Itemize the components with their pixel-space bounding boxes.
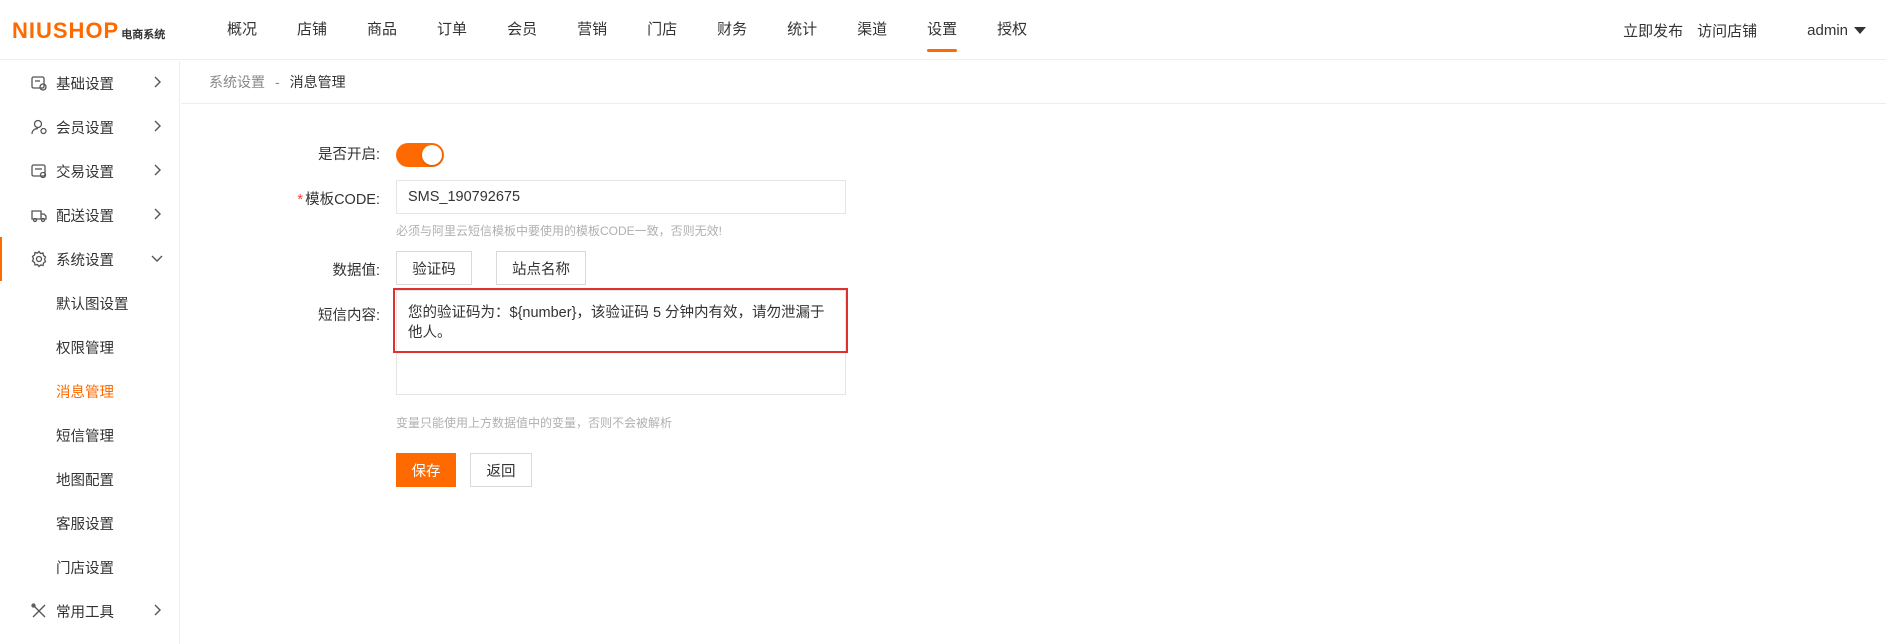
topnav-settings[interactable]: 设置 — [927, 0, 958, 60]
topnav-orders[interactable]: 订单 — [437, 0, 467, 60]
sidebar-group-tools[interactable]: 常用工具 — [0, 589, 179, 633]
enable-toggle[interactable] — [396, 143, 444, 167]
sidebar-group-label: 交易设置 — [56, 164, 114, 181]
var-verification-code-button[interactable]: 验证码 — [396, 251, 472, 285]
chevron-down-icon — [151, 255, 163, 262]
breadcrumb-separator: - — [275, 74, 280, 90]
user-name: admin — [1807, 21, 1848, 39]
sidebar-group-system[interactable]: 系统设置 — [0, 237, 179, 281]
sidebar-group-label: 常用工具 — [56, 604, 114, 621]
chevron-right-icon — [154, 76, 161, 88]
topnav-stores[interactable]: 门店 — [647, 0, 677, 60]
sidebar-group-label: 会员设置 — [56, 120, 114, 137]
sidebar-group-delivery[interactable]: 配送设置 — [0, 193, 179, 237]
required-mark: * — [297, 192, 304, 208]
sidebar-group-member[interactable]: 会员设置 — [0, 105, 179, 149]
chevron-right-icon — [154, 208, 161, 220]
topnav-overview[interactable]: 概况 — [227, 0, 257, 60]
top-bar: NIUSHOP 电商系统 概况 店铺 商品 订单 会员 营销 门店 财务 统计 … — [0, 0, 1886, 60]
breadcrumb-current: 消息管理 — [289, 74, 346, 90]
sidebar-group-label: 基础设置 — [56, 76, 114, 93]
sidebar-group-basic[interactable]: 基础设置 — [0, 61, 179, 105]
top-nav: 概况 店铺 商品 订单 会员 营销 门店 财务 统计 渠道 设置 授权 — [227, 0, 1067, 60]
basic-settings-icon — [31, 76, 47, 91]
sidebar-item-map[interactable]: 地图配置 — [0, 457, 179, 501]
publish-link[interactable]: 立即发布 — [1623, 20, 1683, 41]
sidebar-item-customer-service[interactable]: 客服设置 — [0, 501, 179, 545]
tools-icon — [31, 603, 46, 618]
logo-subtitle: 电商系统 — [121, 29, 166, 41]
trade-icon — [31, 164, 47, 179]
topnav-marketing[interactable]: 营销 — [577, 0, 607, 60]
var-site-name-button[interactable]: 站点名称 — [496, 251, 586, 285]
save-button[interactable]: 保存 — [396, 453, 456, 487]
vars-label: 数据值: — [332, 263, 380, 279]
breadcrumb: 系统设置 - 消息管理 — [181, 61, 1886, 104]
code-label: 模板CODE: — [305, 192, 380, 208]
top-right-actions: 立即发布 访问店铺 admin — [1609, 0, 1866, 60]
topnav-license[interactable]: 授权 — [997, 0, 1027, 60]
content-textarea-wrap: 您的验证码为：${number}，该验证码 5 分钟内有效，请勿泄漏于他人。 — [396, 290, 846, 395]
topnav-goods[interactable]: 商品 — [367, 0, 397, 60]
template-code-input[interactable] — [396, 180, 846, 214]
topnav-shop[interactable]: 店铺 — [297, 0, 327, 60]
content-label: 短信内容: — [317, 308, 380, 324]
sidebar: 基础设置 会员设置 交易设置 配送设置 系统设置 默认图设置 权限管理 消息管理… — [0, 61, 180, 644]
enable-label: 是否开启: — [317, 147, 380, 163]
breadcrumb-root[interactable]: 系统设置 — [209, 72, 265, 92]
caret-down-icon — [1854, 26, 1866, 34]
topnav-channels[interactable]: 渠道 — [857, 0, 887, 60]
chevron-right-icon — [154, 164, 161, 176]
member-icon — [31, 119, 47, 135]
code-hint: 必须与阿里云短信模板中要使用的模板CODE一致，否则无效! — [396, 224, 723, 238]
toggle-knob — [422, 145, 442, 165]
logo[interactable]: NIUSHOP 电商系统 — [12, 18, 165, 44]
sms-content-textarea[interactable]: 您的验证码为：${number}，该验证码 5 分钟内有效，请勿泄漏于他人。 — [397, 291, 845, 394]
sidebar-item-sms[interactable]: 短信管理 — [0, 413, 179, 457]
sidebar-item-messages[interactable]: 消息管理 — [0, 369, 179, 413]
topnav-finance[interactable]: 财务 — [717, 0, 747, 60]
logo-brand: NIUSHOP — [12, 18, 120, 43]
delivery-icon — [31, 210, 47, 223]
sidebar-group-label: 系统设置 — [56, 252, 114, 269]
gear-icon — [31, 250, 47, 268]
visit-shop-link[interactable]: 访问店铺 — [1697, 20, 1757, 41]
user-menu[interactable]: admin — [1807, 22, 1866, 39]
sidebar-group-label: 配送设置 — [56, 208, 114, 225]
content-hint: 变量只能使用上方数据值中的变量，否则不会被解析 — [396, 416, 673, 430]
back-button[interactable]: 返回 — [470, 453, 532, 487]
topnav-members[interactable]: 会员 — [507, 0, 537, 60]
sidebar-item-default-image[interactable]: 默认图设置 — [0, 281, 179, 325]
code-label-wrap: * 模板CODE: — [250, 188, 380, 209]
topnav-stats[interactable]: 统计 — [787, 0, 817, 60]
sidebar-item-store[interactable]: 门店设置 — [0, 545, 179, 589]
sidebar-group-trade[interactable]: 交易设置 — [0, 149, 179, 193]
chevron-right-icon — [154, 604, 161, 616]
sidebar-item-permissions[interactable]: 权限管理 — [0, 325, 179, 369]
chevron-right-icon — [154, 120, 161, 132]
